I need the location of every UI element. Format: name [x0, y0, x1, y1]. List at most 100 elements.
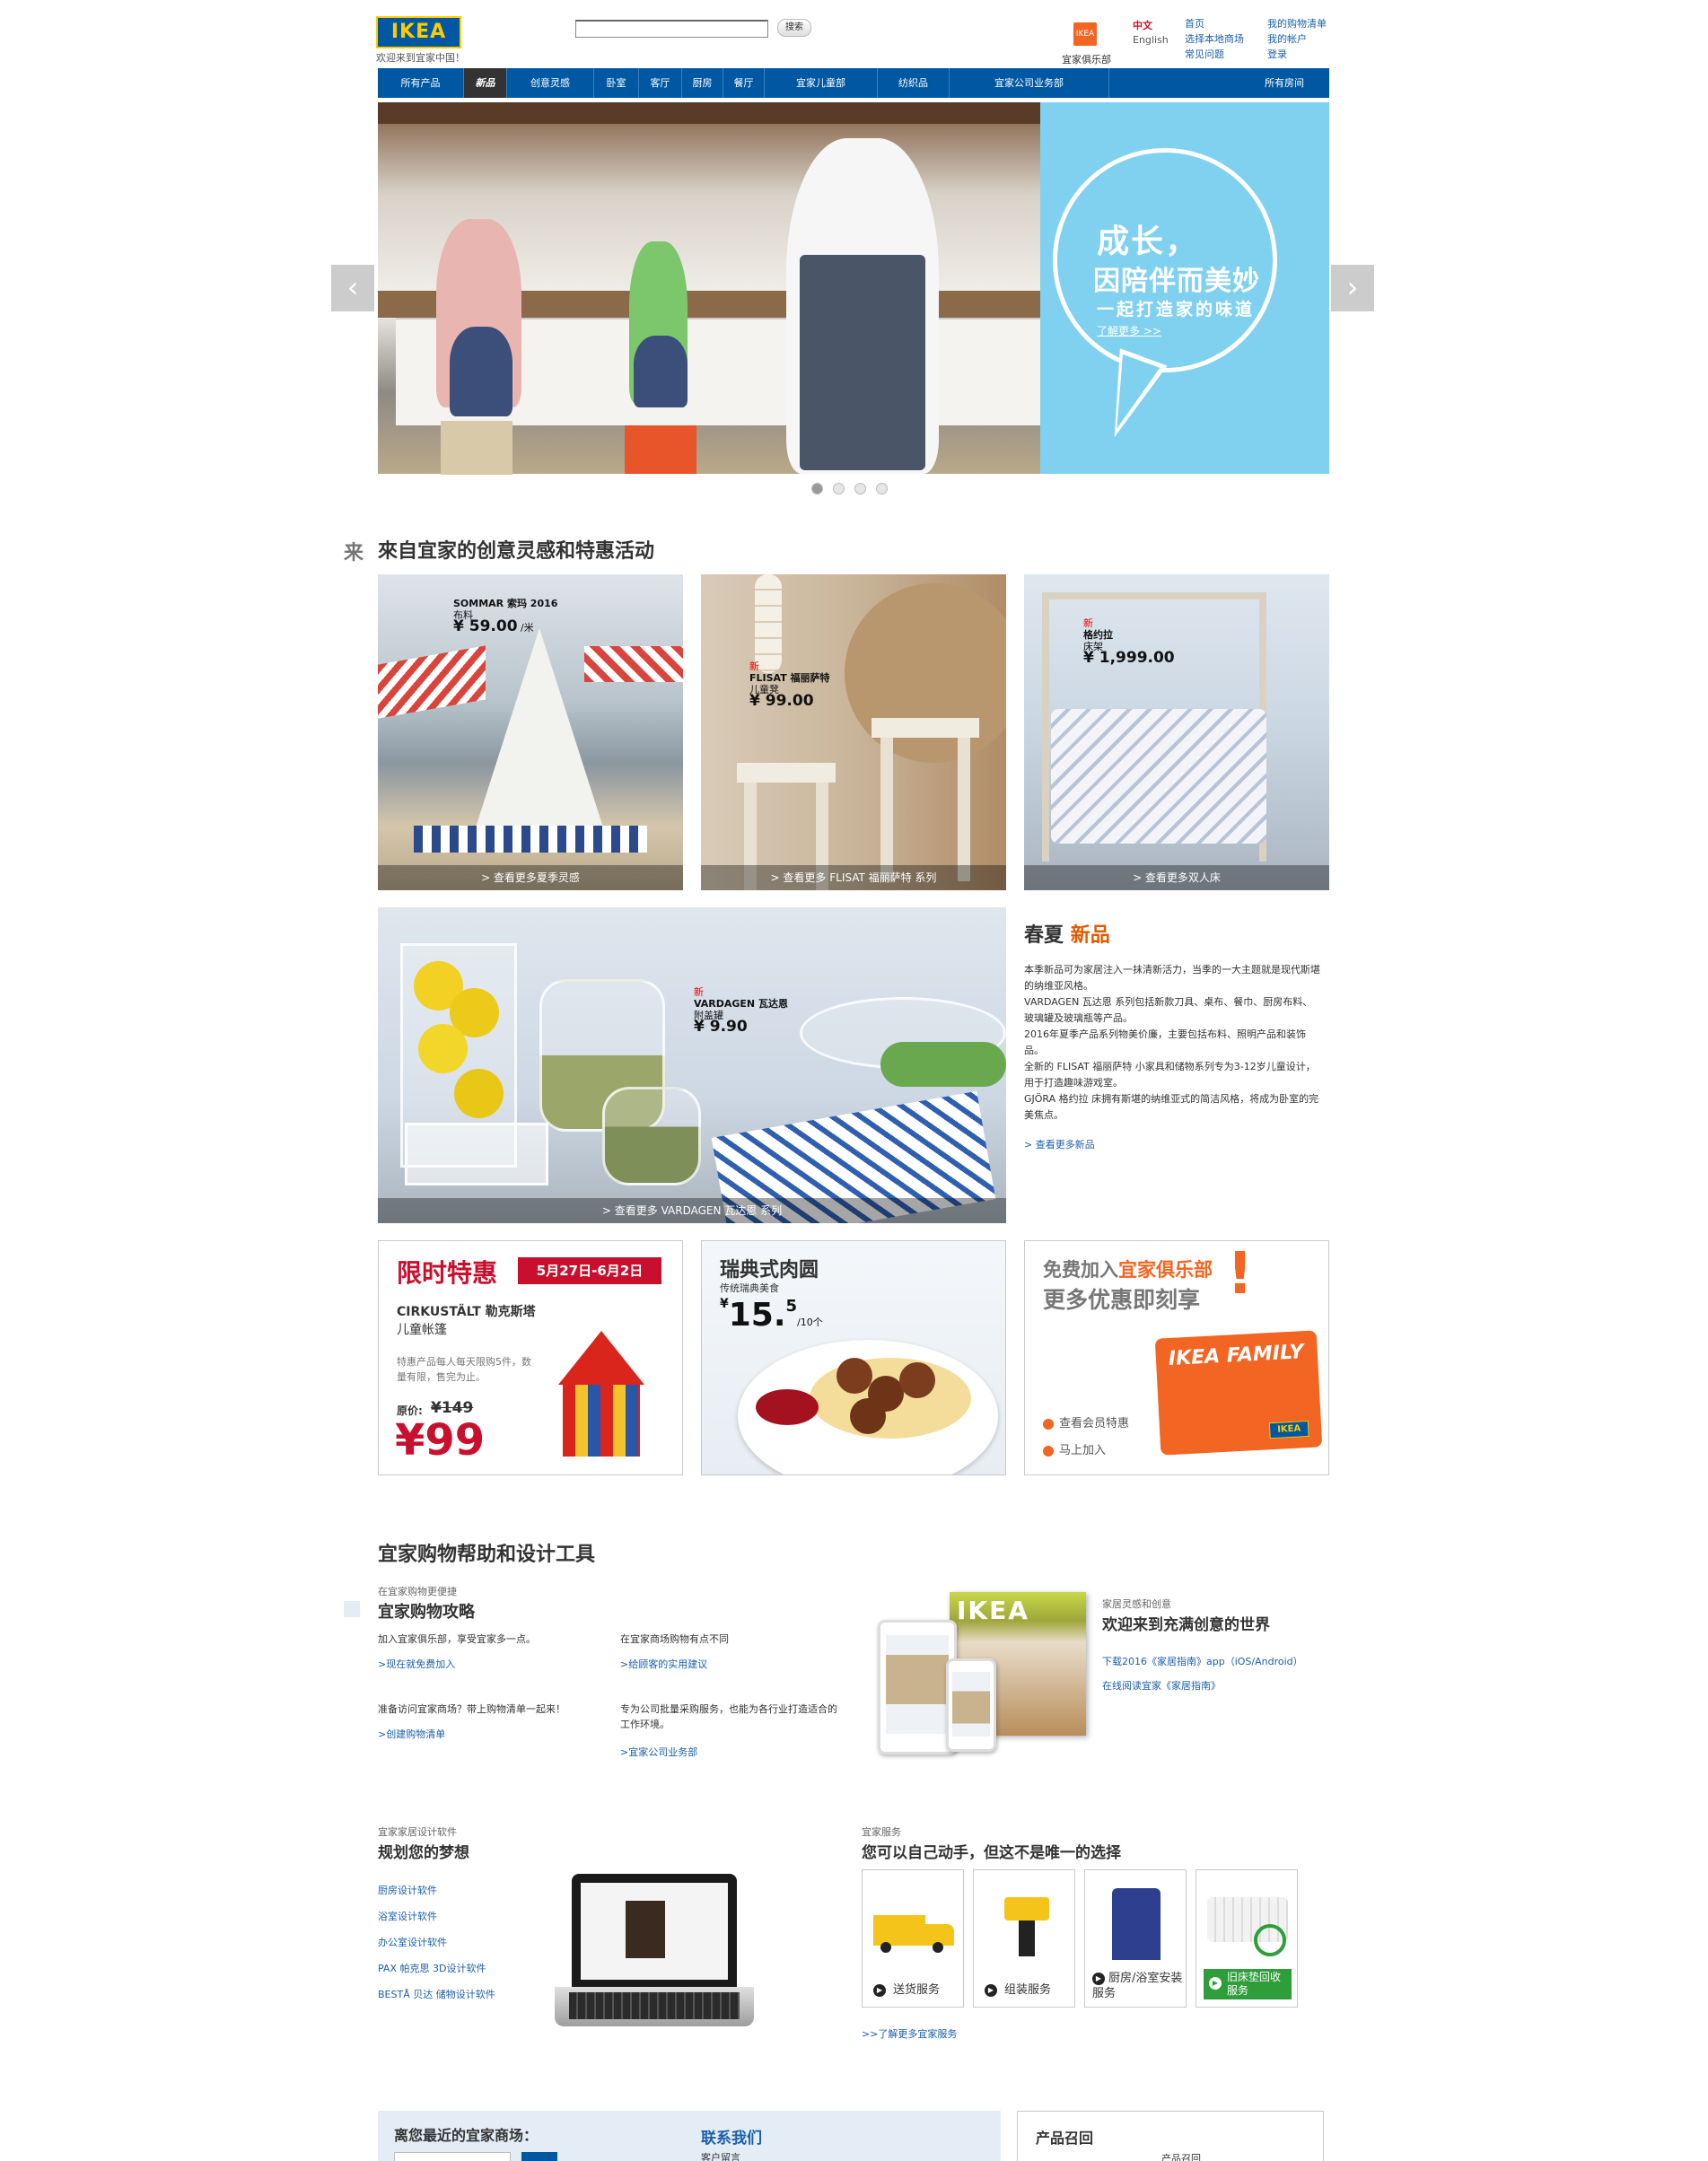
help-link-join[interactable]: >现在就免费加入	[378, 1657, 455, 1671]
tile-gjora-label: 新 格约拉 床架 ¥ 1,999.00	[1083, 617, 1175, 666]
footer-recall-sub[interactable]: 产品召回	[1161, 2151, 1201, 2161]
main-nav: 所有产品 新品 创意灵感 卧室 客厅 厨房 餐厅 宜家儿童部 纺织品 宜家公司业…	[378, 68, 1329, 98]
choose-store-link[interactable]: 选择本地商场	[1185, 31, 1244, 47]
nav-kitchen[interactable]: 厨房	[682, 68, 723, 98]
services-more-link[interactable]: >>了解更多宜家服务	[862, 2026, 957, 2041]
store-go-button[interactable]	[521, 2152, 557, 2161]
carousel-next-icon[interactable]: ›	[1331, 265, 1374, 311]
header-links-col1: 首页 选择本地商场 常见问题	[1185, 16, 1244, 62]
service-delivery[interactable]: ▶ 送货服务	[862, 1869, 964, 2008]
catalog-eyebrow: 家居灵感和创意	[1102, 1598, 1171, 1610]
help-link-tips[interactable]: >给顾客的实用建议	[620, 1657, 707, 1671]
tile-vardagen-label: 新 VARDAGEN 瓦达恩 附盖罐 ¥ 9.90	[694, 986, 788, 1035]
deal-title: 限时特惠	[397, 1258, 498, 1288]
recycle-icon	[1254, 1924, 1286, 1956]
tile-sommar-caption[interactable]: > 查看更多夏季灵感	[378, 865, 683, 890]
service-install[interactable]: ▶ 厨房/浴室安装服务	[1084, 1869, 1187, 2008]
spring-title: 春夏 新品	[1024, 919, 1110, 948]
arrow-circle-icon	[1043, 1418, 1054, 1430]
service-assembly[interactable]: ▶ 组装服务	[973, 1869, 1075, 2008]
tile-flisat-name: FLISAT 福丽萨特	[749, 672, 830, 684]
nav-all-rooms[interactable]: 所有房间	[1109, 68, 1329, 98]
design-link-office[interactable]: 办公室设计软件	[378, 1929, 495, 1955]
tile-vardagen[interactable]: 新 VARDAGEN 瓦达恩 附盖罐 ¥ 9.90 > 查看更多 VARDAGE…	[378, 907, 1006, 1223]
design-link-kitchen[interactable]: 厨房设计软件	[378, 1877, 495, 1903]
footer-contact-title[interactable]: 联系我们	[701, 2125, 762, 2148]
footer-contact-sub[interactable]: 客户留言	[701, 2150, 740, 2161]
play-icon: ▶	[873, 1983, 886, 1997]
design-link-pax[interactable]: PAX 帕克思 3D设计软件	[378, 1955, 495, 1982]
nav-children[interactable]: 宜家儿童部	[765, 68, 878, 98]
tile-sommar-name: SOMMAR 索玛 2016	[453, 598, 558, 609]
family-box[interactable]: 免费加入宜家俱乐部 更多优惠即刻享 ! IKEA FAMILY IKEA 查看会…	[1024, 1240, 1329, 1475]
hero-line1: 成长，	[1097, 223, 1200, 260]
search-button[interactable]: 搜索	[777, 19, 811, 37]
hero-image[interactable]	[378, 102, 1042, 475]
hero-learn-more-link[interactable]: 了解更多 >>	[1097, 323, 1161, 338]
welcome-text: 欢迎来到宜家中国！	[376, 52, 465, 64]
nav-all-products[interactable]: 所有产品	[378, 68, 464, 98]
tablet-image	[878, 1620, 957, 1754]
help-link-list[interactable]: >创建购物清单	[378, 1727, 445, 1741]
family-link-join[interactable]: 马上加入	[1043, 1440, 1106, 1457]
design-link-bathroom[interactable]: 浴室设计软件	[378, 1903, 495, 1929]
search-input[interactable]	[575, 20, 768, 38]
family-link-offers[interactable]: 查看会员特惠	[1043, 1413, 1129, 1430]
nav-living-room[interactable]: 客厅	[639, 68, 682, 98]
family-line1a: 免费加入	[1043, 1259, 1118, 1281]
my-account-link[interactable]: 我的帐户	[1267, 31, 1327, 47]
spring-more-link[interactable]: > 查看更多新品	[1024, 1137, 1095, 1151]
carousel-dot-4[interactable]	[876, 483, 888, 494]
carousel-dot-1[interactable]	[811, 483, 823, 494]
spring-para: 2016年夏季产品系列物美价廉，主要包括布料、照明产品和装饰品。	[1024, 1028, 1306, 1056]
meatball-title: 瑞典式肉圆	[720, 1259, 819, 1282]
catalog-app-link[interactable]: 下载2016《家居指南》app（iOS/Android）	[1102, 1654, 1303, 1668]
service-recycle[interactable]: ▶ 旧床垫回收服务	[1196, 1869, 1298, 2008]
family-club-icon[interactable]: IKEA	[1073, 22, 1097, 46]
section-marker	[344, 1601, 360, 1617]
nav-business[interactable]: 宜家公司业务部	[950, 68, 1109, 98]
faq-link[interactable]: 常见问题	[1185, 47, 1244, 62]
play-icon: ▶	[985, 1983, 997, 1997]
service-assembly-label: 组装服务	[1004, 1983, 1052, 1997]
catalog-cover-text: IKEA	[957, 1596, 1029, 1625]
tile-flisat[interactable]: 新 FLISAT 福丽萨特 儿童凳 ¥ 99.00 > 查看更多 FLISAT …	[701, 574, 1006, 890]
meatball-price: ¥15.5/10个	[720, 1297, 823, 1334]
family-line1b: 宜家俱乐部	[1118, 1259, 1213, 1281]
tile-flisat-label: 新 FLISAT 福丽萨特 儿童凳 ¥ 99.00	[749, 661, 830, 709]
section-mark: 来	[344, 542, 364, 564]
nav-new[interactable]: 新品	[464, 68, 507, 98]
family-line2: 更多优惠即刻享	[1043, 1287, 1201, 1313]
tile-vardagen-caption[interactable]: > 查看更多 VARDAGEN 瓦达恩 系列	[378, 1198, 1006, 1223]
tile-sommar[interactable]: SOMMAR 索玛 2016 布料 ¥ 59.00 /米 > 查看更多夏季灵感	[378, 574, 683, 890]
design-link-besta[interactable]: BESTÅ 贝达 储物设计软件	[378, 1982, 495, 2008]
deal-box[interactable]: 限时特惠 5月27日-6月2日 CIRKUSTÄLT 勒克斯塔 儿童帐篷 特惠产…	[378, 1240, 683, 1475]
hero-line2: 因陪伴而美妙	[1093, 266, 1260, 297]
catalog-online-link[interactable]: 在线阅读宜家《家居指南》	[1102, 1678, 1221, 1693]
store-select[interactable]	[394, 2152, 511, 2161]
service-label: ▶ 送货服务	[873, 1980, 940, 1997]
home-link[interactable]: 首页	[1185, 16, 1244, 31]
tile-flisat-caption[interactable]: > 查看更多 FLISAT 福丽萨特 系列	[701, 865, 1006, 890]
lang-chinese[interactable]: 中文	[1133, 18, 1152, 32]
help-subtitle: 宜家购物攻略	[378, 1603, 475, 1622]
family-club-link[interactable]: 宜家俱乐部	[1062, 52, 1111, 66]
nav-ideas[interactable]: 创意灵感	[507, 68, 594, 98]
tile-gjora[interactable]: 新 格约拉 床架 ¥ 1,999.00 > 查看更多双人床	[1024, 574, 1329, 890]
lang-english[interactable]: English	[1133, 34, 1169, 46]
carousel-prev-icon[interactable]: ‹	[331, 265, 374, 311]
shopping-list-link[interactable]: 我的购物清单	[1267, 16, 1327, 31]
login-link[interactable]: 登录	[1267, 47, 1327, 62]
nav-dining[interactable]: 餐厅	[723, 68, 765, 98]
nav-bedroom[interactable]: 卧室	[594, 68, 639, 98]
meatball-box[interactable]: 瑞典式肉圆 传统瑞典美食 ¥15.5/10个	[701, 1240, 1006, 1475]
ikea-logo[interactable]: IKEA	[376, 16, 461, 48]
nav-textiles[interactable]: 纺织品	[878, 68, 950, 98]
carousel-dot-3[interactable]	[854, 483, 866, 494]
spring-para: GJÖRA 格约拉 床拥有斯堪的纳维亚式的简洁风格，将成为卧室的完美焦点。	[1024, 1093, 1319, 1121]
help-title: 宜家购物帮助和设计工具	[378, 1544, 596, 1566]
tile-gjora-caption[interactable]: > 查看更多双人床	[1024, 865, 1329, 890]
carousel-dot-2[interactable]	[833, 483, 845, 494]
help-item: 专为公司批量采购服务，也能为各行业打造适合的工作环境。	[620, 1703, 837, 1730]
help-link-business[interactable]: >宜家公司业务部	[620, 1745, 697, 1759]
